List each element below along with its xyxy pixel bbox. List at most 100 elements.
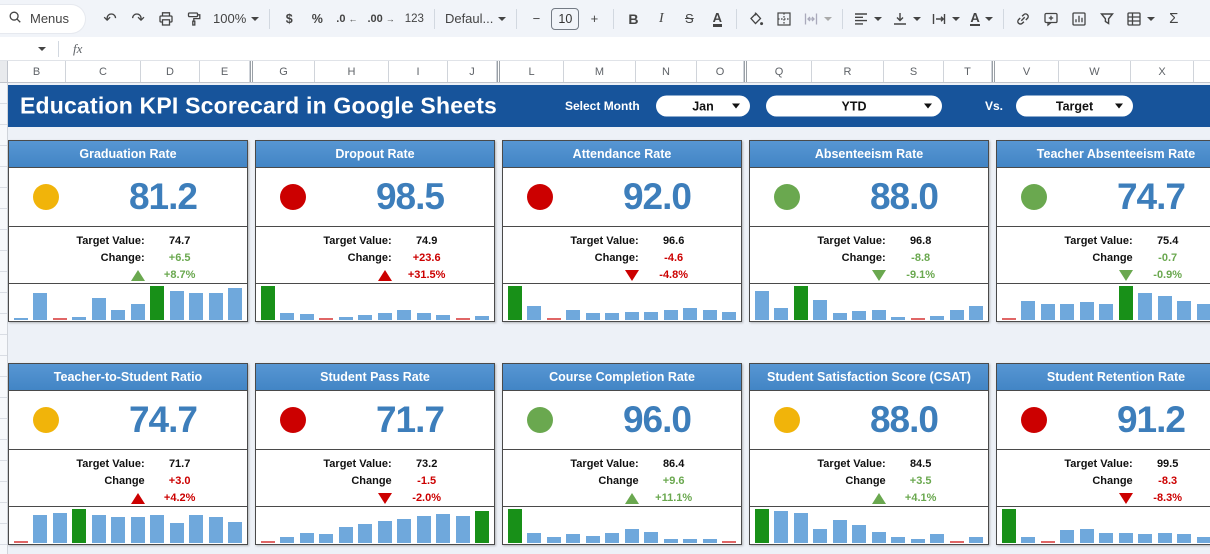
sparkline-bar [683, 308, 697, 320]
column-header-X[interactable]: X [1131, 61, 1194, 82]
sparkline-bar [209, 517, 223, 543]
insert-link-button[interactable] [1010, 6, 1036, 32]
trend-percent: +8.7% [149, 269, 211, 281]
paint-format-button[interactable] [181, 6, 207, 32]
kpi-sparkline-chart [256, 284, 494, 320]
text-color-button[interactable]: A [704, 6, 730, 32]
column-header-O[interactable]: O [697, 61, 744, 82]
column-header-C[interactable]: C [66, 61, 141, 82]
change-value: +3.0 [149, 475, 211, 487]
fx-icon: fx [73, 41, 82, 57]
kpi-value-section: 92.0 [503, 168, 741, 226]
kpi-value: 74.7 [129, 399, 197, 441]
compare-dropdown[interactable]: Target [1016, 96, 1133, 117]
increase-decimal-button[interactable]: .00→ [363, 6, 398, 32]
month-dropdown[interactable]: Jan [656, 96, 750, 117]
column-header-M[interactable]: M [564, 61, 636, 82]
italic-button[interactable]: I [648, 6, 674, 32]
merge-cells-button[interactable] [799, 6, 836, 32]
text-wrap-button[interactable] [927, 6, 964, 32]
sparkline-bar [1119, 533, 1133, 543]
font-select[interactable]: Defaul... [441, 6, 510, 32]
decrease-decimal-button[interactable]: .0← [332, 6, 361, 32]
name-box-dropdown-icon[interactable] [38, 47, 46, 51]
kpi-value-section: 98.5 [256, 168, 494, 226]
strikethrough-button[interactable]: S [676, 6, 702, 32]
sparkline-bar [722, 312, 736, 320]
sparkline-bar [703, 539, 717, 543]
print-button[interactable] [153, 6, 179, 32]
kpi-card: Teacher-to-Student Ratio 74.7 Target Val… [8, 363, 248, 545]
kpi-value: 88.0 [870, 176, 938, 218]
column-header-H[interactable]: H [315, 61, 389, 82]
target-value: 74.7 [149, 235, 211, 247]
column-header-L[interactable]: L [500, 61, 564, 82]
horizontal-align-button[interactable] [849, 6, 886, 32]
sparkline-bar [891, 537, 905, 543]
period-dropdown[interactable]: YTD [766, 96, 942, 117]
corner-cell[interactable] [0, 61, 8, 82]
target-value: 84.5 [890, 458, 952, 470]
change-value: -8.8 [890, 252, 952, 264]
target-value: 71.7 [149, 458, 211, 470]
column-header-I[interactable]: I [389, 61, 448, 82]
column-header-G[interactable]: G [253, 61, 315, 82]
format-percent-button[interactable]: % [304, 6, 330, 32]
functions-button[interactable]: Σ [1161, 6, 1187, 32]
sparkline-bar [72, 509, 86, 543]
kpi-card-header: Student Satisfaction Score (CSAT) [750, 364, 988, 391]
kpi-value: 98.5 [376, 176, 444, 218]
target-label: Target Value: [256, 235, 392, 247]
redo-button[interactable]: ↷ [125, 6, 151, 32]
formula-bar: fx [0, 37, 1210, 61]
column-header-R[interactable]: R [812, 61, 884, 82]
text-rotation-button[interactable]: A [966, 6, 996, 32]
sparkline-bar [131, 304, 145, 320]
sparkline-bar [1080, 529, 1094, 543]
sparkline-bar [475, 316, 489, 320]
chevron-down-icon [985, 17, 993, 21]
table-views-button[interactable] [1122, 6, 1159, 32]
kpi-card: Student Pass Rate 71.7 Target Value: 73.… [255, 363, 495, 545]
column-header-J[interactable]: J [448, 61, 497, 82]
sparkline-bar [417, 516, 431, 543]
column-header-N[interactable]: N [636, 61, 697, 82]
column-header-E[interactable]: E [200, 61, 250, 82]
column-header-V[interactable]: V [995, 61, 1059, 82]
target-label: Target Value: [9, 235, 145, 247]
filter-button[interactable] [1094, 6, 1120, 32]
column-header-B[interactable]: B [8, 61, 66, 82]
sparkline-bar [703, 310, 717, 320]
menus-button[interactable]: Menus [0, 5, 85, 33]
column-header-Q[interactable]: Q [747, 61, 812, 82]
font-size-input[interactable]: 10 [551, 8, 579, 30]
sparkline-bar [358, 315, 372, 320]
sparkline-bar [111, 310, 125, 320]
format-currency-button[interactable]: $ [276, 6, 302, 32]
increase-font-size-button[interactable]: + [581, 6, 607, 32]
sparkline-bar [456, 516, 470, 543]
column-header-partial[interactable] [1194, 61, 1210, 82]
sparkline-bar [436, 514, 450, 543]
target-value: 96.8 [890, 235, 952, 247]
fill-color-button[interactable] [743, 6, 769, 32]
kpi-card-title: Absenteeism Rate [815, 147, 923, 161]
borders-button[interactable] [771, 6, 797, 32]
kpi-card-header: Teacher-to-Student Ratio [9, 364, 247, 391]
sparkline-bar [436, 315, 450, 320]
undo-button[interactable]: ↶ [97, 6, 123, 32]
insert-chart-button[interactable] [1066, 6, 1092, 32]
decrease-font-size-button[interactable]: − [523, 6, 549, 32]
column-header-S[interactable]: S [884, 61, 944, 82]
bold-button[interactable]: B [620, 6, 646, 32]
status-indicator-yellow [774, 407, 800, 433]
trend-down-icon [872, 270, 886, 281]
insert-comment-button[interactable] [1038, 6, 1064, 32]
column-header-T[interactable]: T [944, 61, 992, 82]
vertical-align-button[interactable] [888, 6, 925, 32]
more-formats-button[interactable]: 123 [401, 6, 428, 32]
column-header-W[interactable]: W [1059, 61, 1131, 82]
spreadsheet-grid[interactable]: Education KPI Scorecard in Google Sheets… [0, 83, 1210, 554]
zoom-select[interactable]: 100% [209, 6, 263, 32]
column-header-D[interactable]: D [141, 61, 200, 82]
